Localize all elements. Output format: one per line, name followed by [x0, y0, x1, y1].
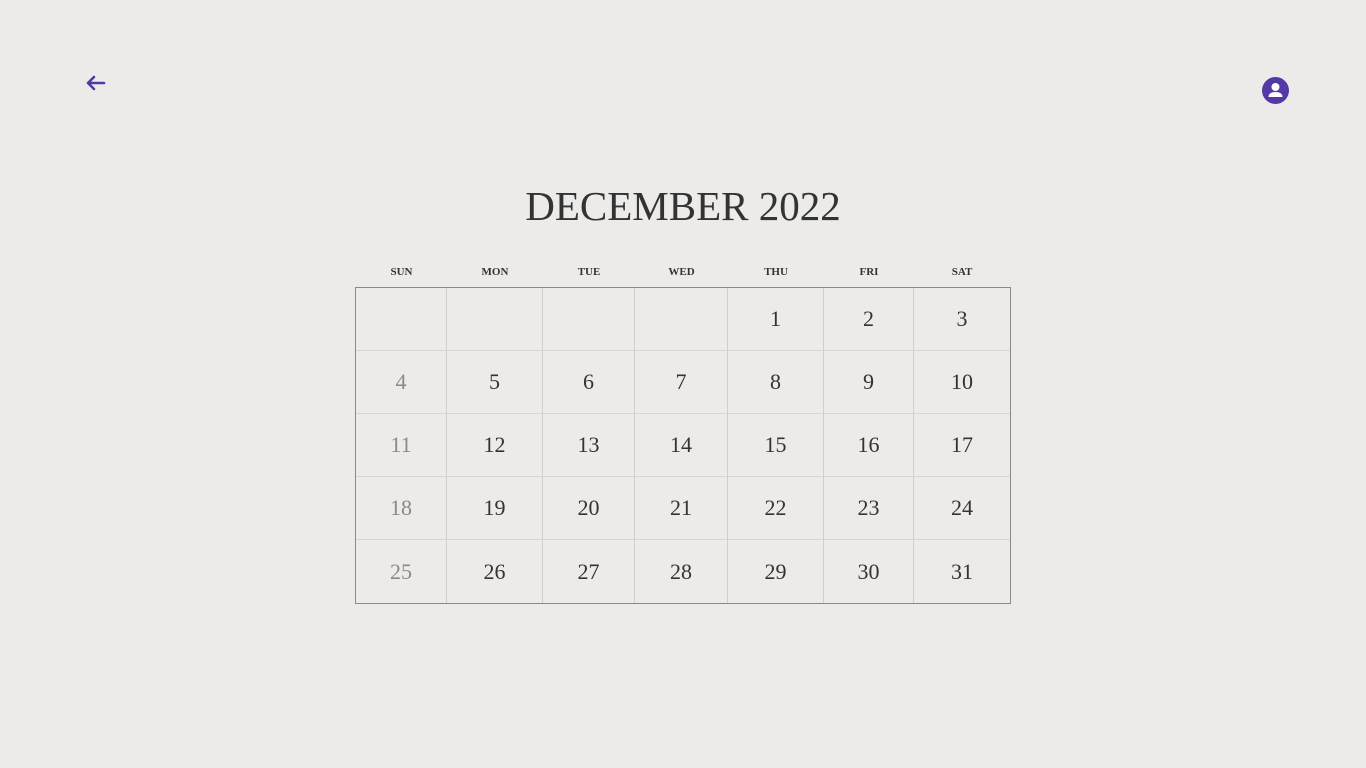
day-cell-14[interactable]: 14 [635, 414, 728, 477]
day-cell-21[interactable]: 21 [635, 477, 728, 540]
day-cell-15[interactable]: 15 [728, 414, 824, 477]
day-cell-8[interactable]: 8 [728, 351, 824, 414]
day-cell-22[interactable]: 22 [728, 477, 824, 540]
day-cell-12[interactable]: 12 [447, 414, 543, 477]
day-cell-29[interactable]: 29 [728, 540, 824, 603]
weekday-sun: SUN [390, 266, 413, 278]
day-cell-24[interactable]: 24 [914, 477, 1010, 540]
empty-day-cell [543, 288, 635, 351]
calendar-grid: 1 2 3 4 5 6 7 8 9 10 11 12 13 14 15 16 17 18 19 20 21 22 23 24 2… [355, 287, 1011, 604]
day-cell-9[interactable]: 9 [824, 351, 914, 414]
day-cell-16[interactable]: 16 [824, 414, 914, 477]
day-cell-25[interactable]: 25 [356, 540, 447, 603]
day-cell-5[interactable]: 5 [447, 351, 543, 414]
day-cell-4[interactable]: 4 [356, 351, 447, 414]
empty-day-cell [356, 288, 447, 351]
weekday-header: SUN MON TUE WED THU FRI SAT [356, 266, 1010, 278]
day-cell-23[interactable]: 23 [824, 477, 914, 540]
weekday-wed: WED [668, 266, 695, 278]
day-cell-7[interactable]: 7 [635, 351, 728, 414]
day-cell-17[interactable]: 17 [914, 414, 1010, 477]
user-circle-icon [1262, 77, 1289, 104]
weekday-fri: FRI [859, 266, 879, 278]
weekday-mon: MON [481, 266, 509, 278]
day-cell-10[interactable]: 10 [914, 351, 1010, 414]
weekday-tue: TUE [577, 266, 601, 278]
user-avatar-button[interactable] [1262, 77, 1289, 104]
day-cell-30[interactable]: 30 [824, 540, 914, 603]
day-cell-31[interactable]: 31 [914, 540, 1010, 603]
day-cell-28[interactable]: 28 [635, 540, 728, 603]
day-cell-27[interactable]: 27 [543, 540, 635, 603]
day-cell-2[interactable]: 2 [824, 288, 914, 351]
back-button[interactable] [84, 72, 108, 94]
day-cell-6[interactable]: 6 [543, 351, 635, 414]
day-cell-19[interactable]: 19 [447, 477, 543, 540]
day-cell-26[interactable]: 26 [447, 540, 543, 603]
arrow-left-icon [86, 75, 106, 91]
day-cell-20[interactable]: 20 [543, 477, 635, 540]
empty-day-cell [447, 288, 543, 351]
day-cell-11[interactable]: 11 [356, 414, 447, 477]
weekday-sat: SAT [951, 266, 973, 278]
day-cell-1[interactable]: 1 [728, 288, 824, 351]
weekday-thu: THU [764, 266, 788, 278]
empty-day-cell [635, 288, 728, 351]
day-cell-3[interactable]: 3 [914, 288, 1010, 351]
month-title: DECEMBER 2022 [525, 183, 841, 229]
day-cell-18[interactable]: 18 [356, 477, 447, 540]
day-cell-13[interactable]: 13 [543, 414, 635, 477]
